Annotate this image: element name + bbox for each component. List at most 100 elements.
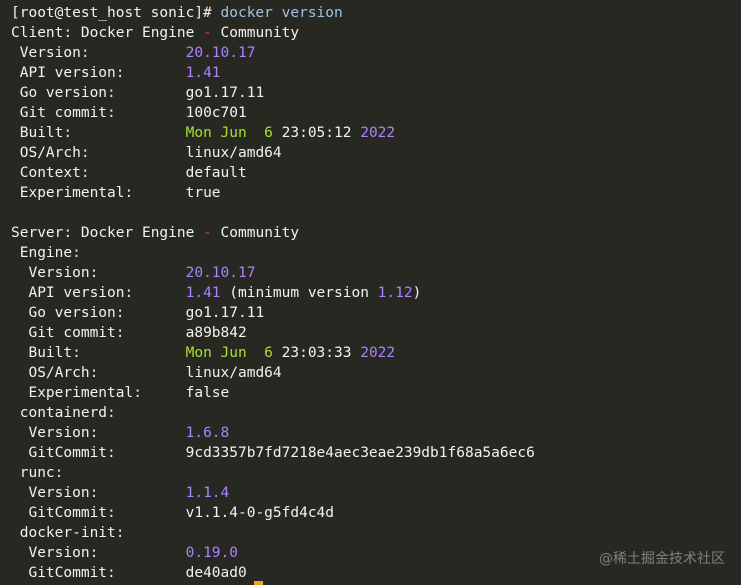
output-line: Built: Mon Jun 6 23:05:12 2022 xyxy=(11,123,741,143)
output-line: Version: 20.10.17 xyxy=(11,263,741,283)
output-text: : xyxy=(80,145,186,161)
output-text: Version xyxy=(11,425,90,441)
output-text: OS/Arch xyxy=(11,365,90,381)
output-line: Version: 1.6.8 xyxy=(11,423,741,443)
output-line: Experimental: true xyxy=(11,183,741,203)
output-text: : xyxy=(63,225,81,241)
output-text: 100c701 xyxy=(185,105,247,121)
output-text: Version xyxy=(11,485,90,501)
output-text: Mon Jun 6 xyxy=(185,125,282,141)
prompt-text: [root@test_host sonic]# xyxy=(11,5,221,21)
output-text: Built xyxy=(11,125,64,141)
output-line: Engine: xyxy=(11,243,741,263)
output-text: API version xyxy=(11,285,125,301)
output-text: default xyxy=(185,165,247,181)
terminal-output: [root@test_host sonic]# docker version Cl… xyxy=(11,3,741,583)
output-text: : xyxy=(89,425,186,441)
terminal-cursor xyxy=(254,581,263,585)
output-text: GitCommit xyxy=(11,565,108,581)
output-text: API version xyxy=(11,65,116,81)
output-line: Server: Docker Engine - Community xyxy=(11,223,741,243)
output-line: OS/Arch: linux/amd64 xyxy=(11,143,741,163)
output-text: : xyxy=(124,285,186,301)
output-text: Version xyxy=(11,45,81,61)
output-text: : xyxy=(80,45,186,61)
output-text: Engine xyxy=(11,245,73,261)
command-text: docker version xyxy=(220,5,343,21)
output-text: : xyxy=(133,385,186,401)
output-line: Experimental: false xyxy=(11,383,741,403)
output-line: GitCommit: 9cd3357b7fd7218e4aec3eae239db… xyxy=(11,443,741,463)
output-line: Git commit: 100c701 xyxy=(11,103,741,123)
output-text: : xyxy=(107,445,186,461)
output-text: Docker Engine xyxy=(80,25,204,41)
output-text: GitCommit xyxy=(11,445,108,461)
output-text: : xyxy=(89,545,186,561)
output-line: Go version: go1.17.11 xyxy=(11,83,741,103)
output-line: API version: 1.41 xyxy=(11,63,741,83)
output-text: : xyxy=(80,165,186,181)
output-text: 1.41 xyxy=(185,285,221,301)
output-text: : xyxy=(107,565,186,581)
output-text: 2022 xyxy=(360,125,396,141)
output-text: Go version xyxy=(11,85,108,101)
output-text: 9cd3357b7fd7218e4aec3eae239db1f68a5a6ec6 xyxy=(185,445,535,461)
output-text: Experimental xyxy=(11,185,125,201)
output-line: Git commit: a89b842 xyxy=(11,323,741,343)
output-line: Version: 20.10.17 xyxy=(11,43,741,63)
output-text: : xyxy=(115,305,186,321)
output-line: Version: 1.1.4 xyxy=(11,483,741,503)
output-text: Client xyxy=(11,25,64,41)
output-text: Built xyxy=(11,345,73,361)
output-text: de40ad0 xyxy=(185,565,247,581)
output-text: 2022 xyxy=(360,345,396,361)
output-text: false xyxy=(185,385,230,401)
output-line: containerd: xyxy=(11,403,741,423)
output-text: Version xyxy=(11,265,90,281)
output-text: ) xyxy=(412,285,422,301)
output-text: : xyxy=(89,485,186,501)
output-line: OS/Arch: linux/amd64 xyxy=(11,363,741,383)
output-text: - xyxy=(203,225,212,241)
output-text: : xyxy=(115,525,125,541)
output-text: go1.17.11 xyxy=(185,85,265,101)
output-text: : xyxy=(72,345,186,361)
output-text: : xyxy=(54,465,64,481)
output-text: : xyxy=(107,85,186,101)
terminal-window[interactable]: [root@test_host sonic]# docker version Cl… xyxy=(0,0,741,585)
output-text: : xyxy=(115,325,186,341)
output-text: : xyxy=(124,185,186,201)
output-line: docker-init: xyxy=(11,523,741,543)
output-text: : xyxy=(89,365,186,381)
output-line: Built: Mon Jun 6 23:03:33 2022 xyxy=(11,343,741,363)
output-line: API version: 1.41 (minimum version 1.12) xyxy=(11,283,741,303)
output-text: 1.41 xyxy=(185,65,221,81)
output-text: docker-init xyxy=(11,525,116,541)
output-text: : xyxy=(107,105,186,121)
output-line: Client: Docker Engine - Community xyxy=(11,23,741,43)
output-text: a89b842 xyxy=(185,325,247,341)
output-text: Context xyxy=(11,165,81,181)
output-text: linux/amd64 xyxy=(185,365,282,381)
output-text: Community xyxy=(211,25,300,41)
output-text: v1.1.4-0-g5fd4c4d xyxy=(185,505,335,521)
output-text: (minimum version xyxy=(220,285,378,301)
output-text: : xyxy=(63,125,186,141)
output-text: 20.10.17 xyxy=(185,265,256,281)
output-line: GitCommit: v1.1.4-0-g5fd4c4d xyxy=(11,503,741,523)
output-text: Go version xyxy=(11,305,116,321)
command-prompt-line: [root@test_host sonic]# docker version xyxy=(11,3,741,23)
output-text: - xyxy=(203,25,212,41)
output-text: OS/Arch xyxy=(11,145,81,161)
output-line: runc: xyxy=(11,463,741,483)
output-text: Server xyxy=(11,225,64,241)
output-text: : xyxy=(115,65,186,81)
output-text: : xyxy=(89,265,186,281)
output-text: Mon Jun 6 xyxy=(185,345,282,361)
output-text: : xyxy=(107,405,116,421)
output-text: 23:05:12 xyxy=(281,125,361,141)
output-text: : xyxy=(72,245,81,261)
output-text: Docker Engine xyxy=(80,225,204,241)
output-text: Git commit xyxy=(11,105,108,121)
